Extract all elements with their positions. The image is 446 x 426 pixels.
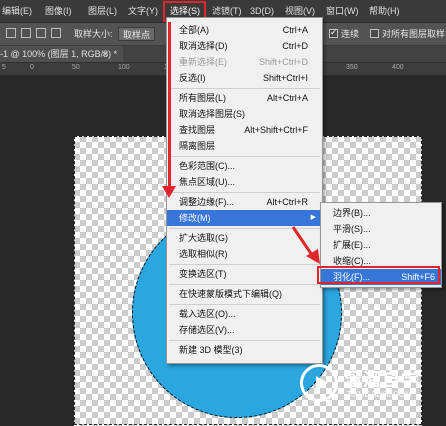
new-selection-icon[interactable]	[6, 28, 16, 38]
menu-item-refine-edge[interactable]: 调整边缘(F)... Alt+Ctrl+R	[167, 194, 322, 210]
add-selection-icon[interactable]	[21, 28, 31, 38]
menu-separator	[169, 340, 320, 341]
menu-item-new-3d-model[interactable]: 新建 3D 模型(3)	[167, 342, 322, 358]
watermark: 溜溜自学 ZIXUE.3D66.COM	[300, 360, 446, 426]
contiguous-label: 连续	[341, 29, 360, 39]
menu-item-inverse[interactable]: 反选(I) Shift+Ctrl+I	[167, 70, 322, 86]
submenu-item-border[interactable]: 边界(B)...	[321, 205, 441, 221]
menu-item-all-layers[interactable]: 所有图层(L) Alt+Ctrl+A	[167, 90, 322, 106]
menu-edit[interactable]: 编辑(E)	[2, 0, 32, 22]
all-layers-checkbox[interactable]	[370, 29, 379, 38]
menu-item-all[interactable]: 全部(A) Ctrl+A	[167, 22, 322, 38]
menu-separator	[169, 284, 320, 285]
ruler-tick: 50	[72, 64, 80, 71]
annotation-arrow-down-icon	[162, 186, 176, 198]
select-menu-dropdown: 全部(A) Ctrl+A 取消选择(D) Ctrl+D 重新选择(E) Shift+C…	[166, 17, 323, 364]
sample-size-label: 取样大小:	[74, 29, 113, 39]
modify-submenu: 边界(B)... 平滑(S)... 扩展(E)... 收缩(C)... 羽化(F…	[320, 202, 442, 288]
menu-item-load-selection[interactable]: 载入选区(O)...	[167, 306, 322, 322]
ruler-tick: 350	[346, 64, 358, 71]
menu-item-isolate-layers[interactable]: 隔离图层	[167, 138, 322, 154]
menu-item-quick-mask[interactable]: 在快速蒙版模式下编辑(Q)	[167, 286, 322, 302]
menu-separator	[169, 304, 320, 305]
menu-item-focus-area[interactable]: 焦点区域(U)...	[167, 174, 322, 190]
submenu-item-feather[interactable]: 羽化(F)... Shift+F6	[321, 269, 441, 285]
menu-item-find-layers[interactable]: 查找图层 Alt+Shift+Ctrl+F	[167, 122, 322, 138]
menu-item-color-range[interactable]: 色彩范围(C)...	[167, 158, 322, 174]
menu-help[interactable]: 帮助(H)	[369, 0, 400, 22]
submenu-item-contract[interactable]: 收缩(C)...	[321, 253, 441, 269]
intersect-selection-icon[interactable]	[51, 28, 61, 38]
contiguous-checkbox[interactable]	[329, 27, 338, 38]
ruler-tick: 5	[2, 64, 6, 71]
submenu-item-smooth[interactable]: 平滑(S)...	[321, 221, 441, 237]
menu-type[interactable]: 文字(Y)	[128, 0, 158, 22]
ruler-tick: 0	[30, 64, 34, 71]
menu-item-deselect-layers[interactable]: 取消选择图层(S)	[167, 106, 322, 122]
watermark-url: ZIXUE.3D66.COM	[346, 390, 412, 399]
subtract-selection-icon[interactable]	[36, 28, 46, 38]
annotation-arrow-diagonal-icon	[291, 226, 320, 264]
menu-separator	[169, 192, 320, 193]
all-layers-label: 对所有图层取样	[382, 29, 446, 39]
menu-item-reselect: 重新选择(E) Shift+Ctrl+D	[179, 57, 308, 67]
submenu-item-expand[interactable]: 扩展(E)...	[321, 237, 441, 253]
sample-size-select[interactable]: 取样点	[118, 27, 156, 41]
menu-image[interactable]: 图像(I)	[45, 0, 72, 22]
menu-window[interactable]: 窗口(W)	[326, 0, 359, 22]
menu-separator	[169, 88, 320, 89]
menu-item-save-selection[interactable]: 存储选区(V)...	[167, 322, 322, 338]
annotation-arrow-line	[168, 22, 171, 192]
play-logo-icon	[300, 364, 338, 402]
close-tab-icon[interactable]: ×	[102, 46, 107, 62]
ruler-tick: 400	[392, 64, 404, 71]
menu-item-deselect[interactable]: 取消选择(D) Ctrl+D	[167, 38, 322, 54]
ruler-tick: 100	[118, 64, 130, 71]
watermark-name: 溜溜自学	[344, 370, 420, 390]
menu-layer[interactable]: 图层(L)	[88, 0, 117, 22]
menu-item-transform-selection[interactable]: 变换选区(T)	[167, 266, 322, 282]
menu-separator	[169, 156, 320, 157]
